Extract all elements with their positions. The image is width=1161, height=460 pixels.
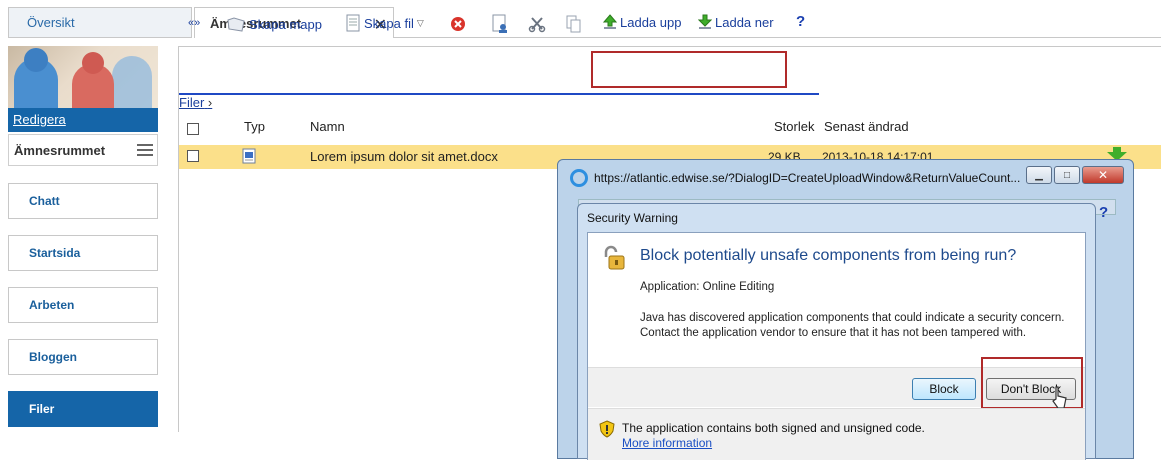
- share-button[interactable]: [490, 14, 510, 34]
- scissors-icon: [528, 17, 546, 33]
- create-folder-button[interactable]: Skapa mapp: [226, 14, 322, 34]
- dialog-button-area: Block Don't Block: [588, 357, 1085, 409]
- room-title-row: Ämnesrummet: [8, 134, 158, 166]
- create-file-button[interactable]: Skapa fil ▽: [345, 14, 424, 32]
- sidebar-item-filer[interactable]: Filer: [8, 391, 158, 427]
- browser-window-title: https://atlantic.edwise.se/?DialogID=Cre…: [594, 171, 1021, 185]
- breadcrumb-filer[interactable]: Filer: [179, 95, 204, 110]
- block-button[interactable]: Block: [912, 378, 976, 400]
- sidebar-item-startsida[interactable]: Startsida: [8, 235, 158, 271]
- sidebar-item-label: Chatt: [29, 194, 60, 208]
- word-doc-icon: [242, 148, 256, 164]
- select-all-checkbox[interactable]: [187, 123, 199, 135]
- upload-download-callout: [591, 51, 787, 88]
- breadcrumb: Filer ›: [179, 95, 212, 110]
- warning-shield-icon: [599, 420, 615, 438]
- dialog-heading: Block potentially unsafe components from…: [640, 247, 1017, 264]
- sidebar-item-label: Arbeten: [29, 298, 75, 312]
- tab-divider: [394, 37, 1161, 38]
- user-document-icon: [492, 14, 507, 33]
- mouse-cursor-icon: [1052, 386, 1067, 409]
- sidebar-item-bloggen[interactable]: Bloggen: [8, 339, 158, 375]
- copy-button[interactable]: [566, 15, 582, 33]
- upload-button[interactable]: Ladda upp: [603, 14, 681, 30]
- delete-button[interactable]: [450, 16, 466, 32]
- security-warning-dialog: Security Warning Block potentially unsaf…: [577, 203, 1096, 460]
- dialog-title: Security Warning: [587, 211, 678, 225]
- more-information-link[interactable]: More information: [622, 436, 712, 450]
- dialog-footer: The application contains both signed and…: [588, 408, 1085, 460]
- download-button[interactable]: Ladda ner: [698, 14, 774, 30]
- file-name[interactable]: Lorem ipsum dolor sit amet.docx: [310, 149, 498, 164]
- cut-button[interactable]: [528, 15, 546, 33]
- maximize-button[interactable]: □: [1054, 166, 1080, 184]
- hamburger-menu-icon[interactable]: [137, 144, 153, 156]
- unlocked-padlock-icon: [604, 245, 625, 270]
- sidebar-item-label: Startsida: [29, 246, 81, 260]
- create-file-label: Skapa fil: [364, 15, 414, 31]
- toolbar-underline: [179, 93, 819, 95]
- tab-overview-label: Översikt: [27, 15, 75, 30]
- room-photo: [8, 46, 158, 108]
- help-icon[interactable]: ?: [796, 13, 805, 30]
- edit-link[interactable]: Redigera: [8, 108, 158, 132]
- folder-icon: [227, 17, 245, 32]
- dialog-description: Java has discovered application componen…: [640, 312, 1065, 339]
- column-header-size[interactable]: Storlek: [774, 119, 814, 134]
- dialog-body: Block potentially unsafe components from…: [587, 232, 1086, 460]
- chevron-down-icon[interactable]: ▽: [417, 18, 424, 29]
- download-icon: [698, 14, 712, 29]
- column-header-modified[interactable]: Senast ändrad: [824, 119, 909, 134]
- room-title: Ämnesrummet: [14, 142, 106, 158]
- document-icon: [346, 14, 360, 32]
- column-header-type[interactable]: Typ: [244, 119, 265, 134]
- column-header-name[interactable]: Namn: [310, 119, 345, 134]
- minimize-icon: ▁: [1035, 169, 1043, 181]
- block-button-label: Block: [929, 382, 959, 396]
- internet-explorer-icon: [570, 169, 588, 187]
- help-icon[interactable]: ?: [1099, 204, 1108, 221]
- copy-icon: [566, 15, 581, 33]
- maximize-icon: □: [1063, 169, 1071, 181]
- application-name: Application: Online Editing: [640, 281, 775, 293]
- delete-icon: [451, 17, 465, 31]
- sidebar-item-label: Filer: [29, 402, 55, 416]
- sidebar-item-arbeten[interactable]: Arbeten: [8, 287, 158, 323]
- window-close-button[interactable]: ✕: [1082, 166, 1124, 184]
- upload-label: Ladda upp: [620, 14, 682, 30]
- sidebar-item-label: Bloggen: [29, 350, 77, 364]
- breadcrumb-separator: ›: [207, 95, 213, 110]
- minimize-button[interactable]: ▁: [1026, 166, 1052, 184]
- create-folder-label: Skapa mapp: [249, 16, 322, 32]
- footer-message: The application contains both signed and…: [622, 421, 925, 435]
- upload-icon: [603, 14, 617, 29]
- download-label: Ladda ner: [715, 14, 774, 30]
- close-icon: ✕: [1097, 168, 1109, 182]
- tab-overview[interactable]: Översikt: [8, 7, 192, 38]
- sidebar-item-chatt[interactable]: Chatt: [8, 183, 158, 219]
- row-checkbox[interactable]: [187, 150, 199, 162]
- collapse-toggle[interactable]: «»: [188, 17, 200, 29]
